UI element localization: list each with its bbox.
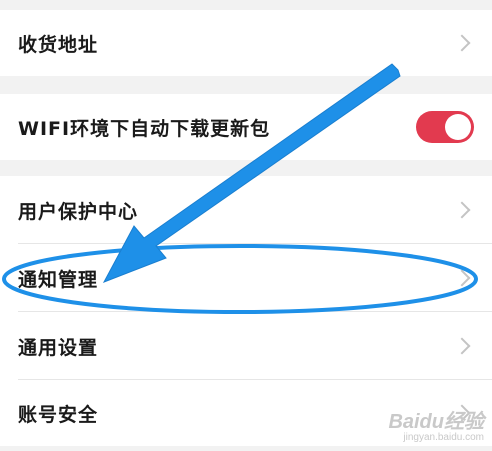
chevron-right-icon (453, 201, 471, 219)
chevron-right-icon (453, 269, 471, 287)
settings-item-shipping-address[interactable]: 收货地址 (0, 10, 492, 76)
settings-item-label: 用户保护中心 (18, 200, 139, 223)
settings-item-label: 通知管理 (18, 268, 99, 291)
chevron-right-icon (453, 337, 471, 355)
watermark-url: jingyan.baidu.com (403, 432, 484, 443)
wifi-auto-update-toggle[interactable] (416, 111, 474, 143)
chevron-right-icon (453, 34, 471, 52)
settings-item-label: 收货地址 (18, 33, 99, 56)
settings-item-user-protection[interactable]: 用户保护中心 (0, 176, 492, 244)
settings-item-wifi-auto-update: WIFI环境下自动下载更新包 (0, 94, 492, 160)
settings-item-label: WIFI环境下自动下载更新包 (18, 117, 271, 140)
toggle-knob (445, 114, 471, 140)
watermark-brand: Baidu经验 (388, 411, 484, 433)
settings-item-label: 账号安全 (18, 403, 99, 426)
settings-item-label: 通用设置 (18, 336, 99, 359)
baidu-watermark: Baidu经验 jingyan.baidu.com (388, 405, 484, 443)
settings-item-notification-management[interactable]: 通知管理 (0, 244, 492, 312)
settings-item-general[interactable]: 通用设置 (0, 312, 492, 380)
